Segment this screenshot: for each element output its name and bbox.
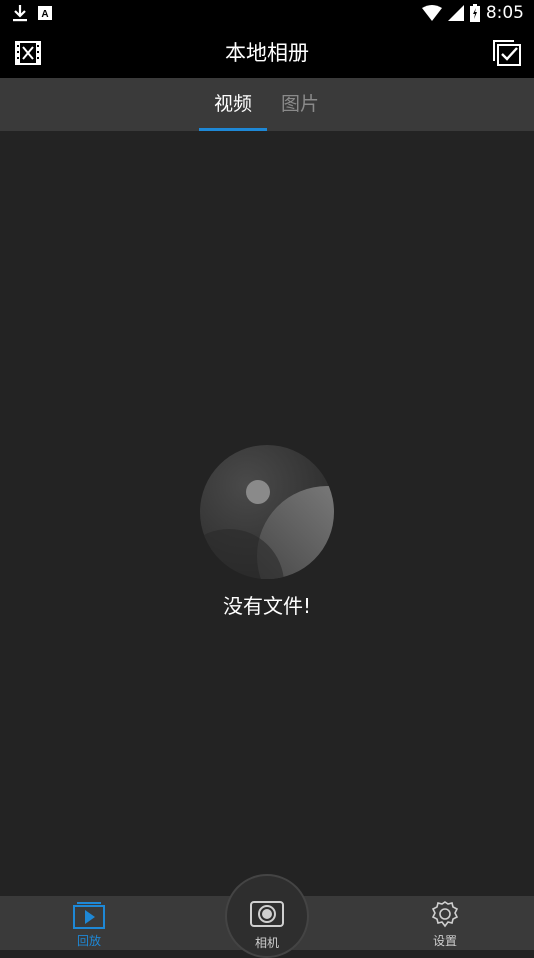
empty-state: 没有文件!: [0, 444, 534, 619]
tab-indicator: [199, 128, 267, 131]
nav-settings[interactable]: 设置: [395, 896, 495, 950]
status-bar: A 8:05: [0, 0, 534, 28]
svg-text:A: A: [41, 9, 48, 20]
nav-playback-label: 回放: [76, 934, 101, 948]
nav-camera-label: 相机: [254, 936, 279, 950]
status-time: 8:05: [485, 3, 524, 23]
camera-icon: [250, 901, 284, 927]
select-checkbox-icon[interactable]: [492, 39, 522, 67]
app-bar: 本地相册: [0, 28, 534, 78]
empty-message: 没有文件!: [222, 594, 312, 618]
tab-video[interactable]: 视频: [199, 78, 267, 131]
download-icon: [13, 5, 27, 22]
camera-button[interactable]: 相机: [225, 874, 309, 958]
text-a-icon: A: [38, 6, 52, 20]
nav-playback[interactable]: 回放: [39, 896, 139, 950]
page-title: 本地相册: [225, 41, 309, 65]
wifi-icon: [421, 5, 442, 21]
gear-icon: [431, 901, 459, 928]
empty-album-icon: [200, 445, 334, 579]
signal-icon: [447, 5, 464, 21]
nav-settings-label: 设置: [432, 934, 457, 948]
battery-icon: [469, 4, 480, 22]
tab-bar: 视频 图片: [0, 78, 534, 131]
tab-photo[interactable]: 图片: [270, 78, 330, 131]
play-icon: [73, 902, 105, 929]
